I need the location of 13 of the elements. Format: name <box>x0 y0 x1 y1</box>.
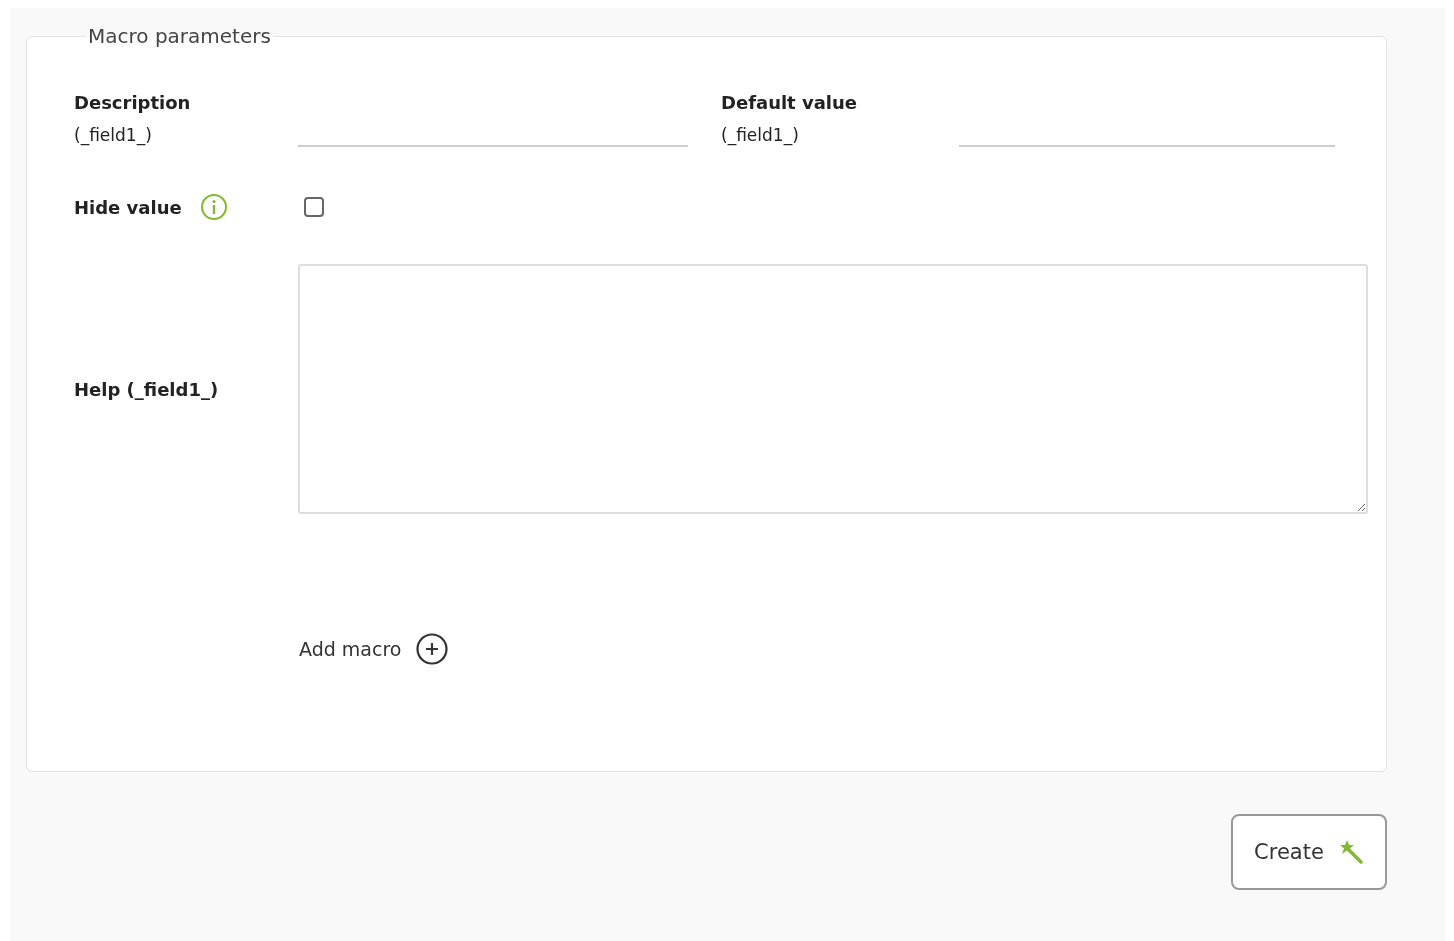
help-textarea[interactable] <box>298 264 1368 514</box>
add-macro-button[interactable]: Add macro <box>299 632 450 666</box>
field-label: (_field1_) <box>74 125 153 145</box>
plus-icon <box>415 632 450 666</box>
create-button[interactable]: Create <box>1231 814 1387 890</box>
description-label: Description <box>74 92 192 113</box>
field-label: (_field1_) <box>721 125 800 145</box>
help-label: Help (_field1_) <box>74 378 220 400</box>
panel-legend: Macro parameters <box>86 24 273 48</box>
hide-value-label: Hide value <box>74 196 183 218</box>
default-value-label: Default value <box>721 92 859 113</box>
hide-value-checkbox[interactable] <box>304 197 324 217</box>
info-icon[interactable] <box>200 193 228 221</box>
